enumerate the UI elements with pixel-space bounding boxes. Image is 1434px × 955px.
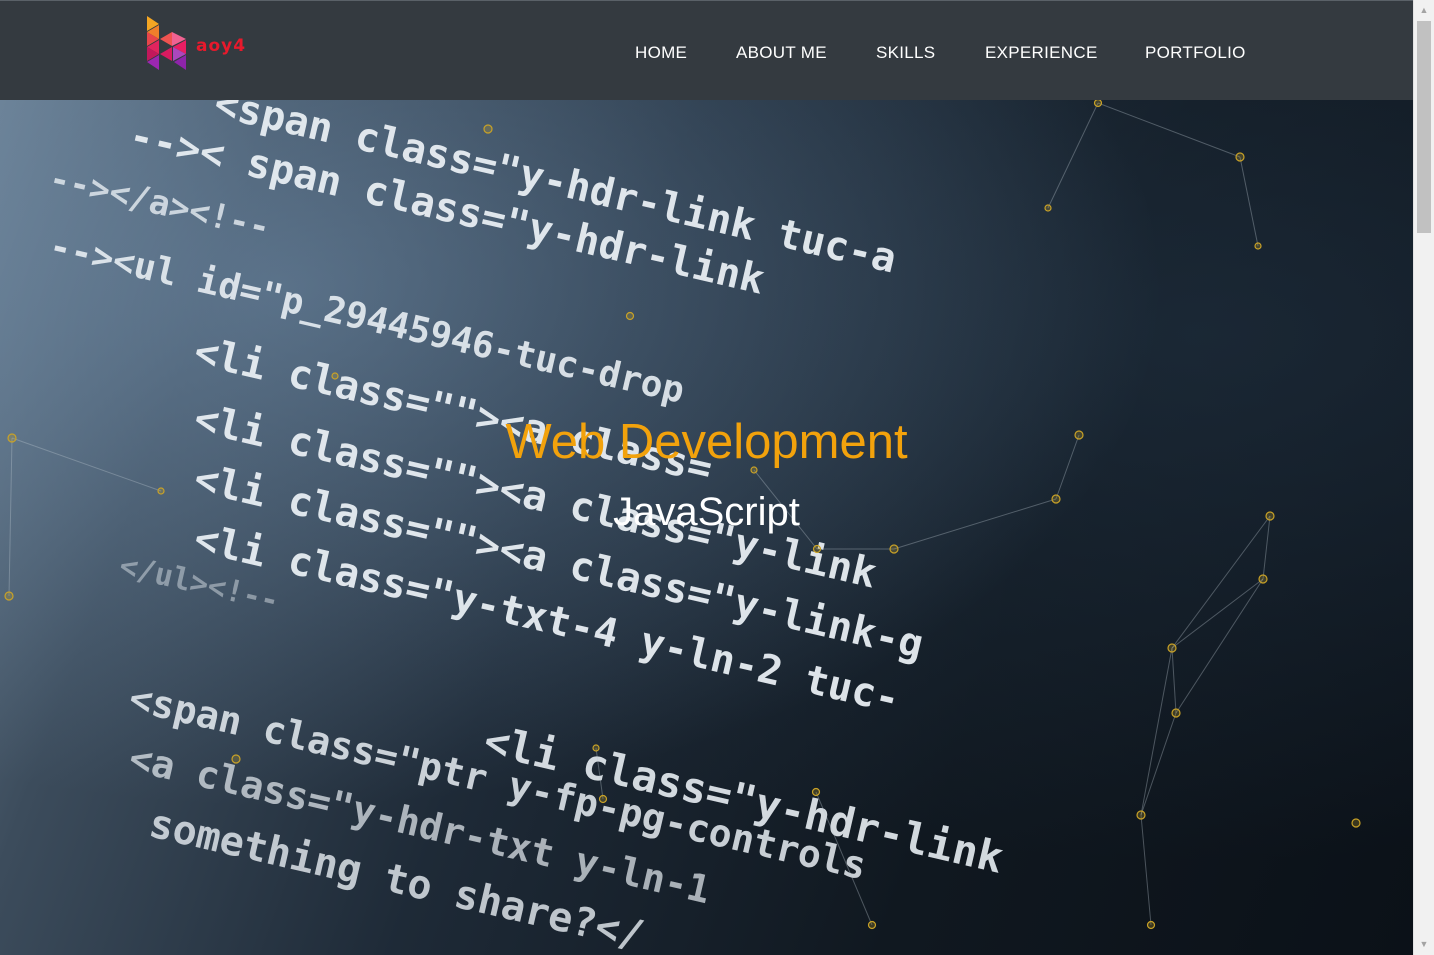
nav-skills[interactable]: SKILLS (876, 43, 935, 63)
logo-mark-icon (147, 16, 186, 70)
viewport: <span class="y-hdr-link tuc-a -->< span … (0, 0, 1413, 955)
brand-logo[interactable]: aoy4 (146, 16, 261, 72)
scroll-thumb[interactable] (1417, 21, 1431, 233)
hero-title: Web Development (505, 415, 908, 469)
hero-subtitle: JavaScript (613, 490, 800, 534)
nav-about-me[interactable]: ABOUT ME (736, 43, 827, 63)
particle-network (4, 98, 1361, 930)
logo-text: aoy4 (196, 36, 247, 56)
scroll-up-arrow-icon[interactable]: ▲ (1414, 2, 1434, 19)
scroll-down-arrow-icon[interactable]: ▼ (1414, 936, 1434, 953)
nav-experience[interactable]: EXPERIENCE (985, 43, 1098, 63)
nav-portfolio[interactable]: PORTFOLIO (1145, 43, 1246, 63)
hero-section: <span class="y-hdr-link tuc-a -->< span … (0, 0, 1413, 955)
vertical-scrollbar[interactable]: ▲ ▼ (1413, 0, 1434, 955)
nav-home[interactable]: HOME (635, 43, 687, 63)
navbar: aoy4 HOME ABOUT ME SKILLS EXPERIENCE POR… (0, 0, 1413, 100)
code-background-image: <span class="y-hdr-link tuc-a -->< span … (0, 0, 1413, 955)
